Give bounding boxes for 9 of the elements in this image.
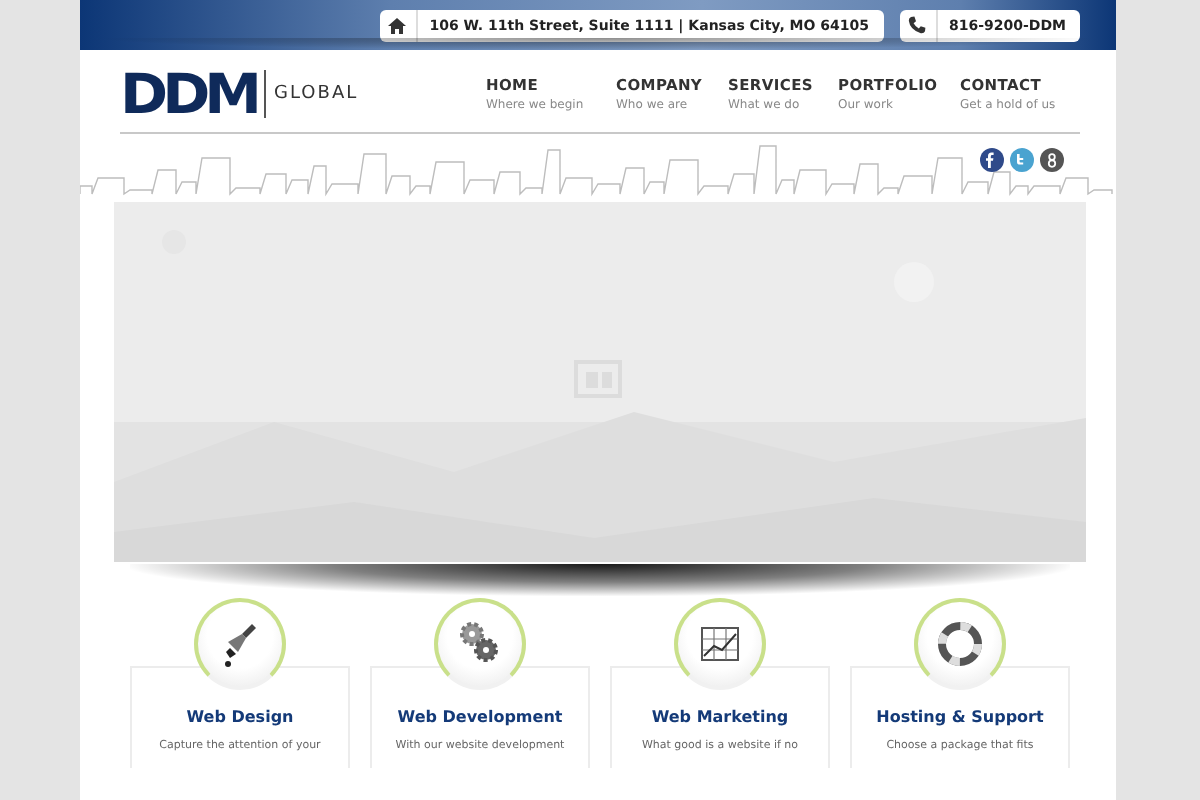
service-title: Web Design	[186, 708, 294, 726]
service-title: Hosting & Support	[876, 708, 1044, 726]
facebook-icon[interactable]	[980, 148, 1004, 172]
service-title: Web Marketing	[651, 708, 789, 726]
phone-icon	[908, 16, 926, 34]
logo[interactable]: DDM GLOBAL	[120, 63, 486, 123]
service-title: Web Development	[397, 708, 563, 726]
home-icon	[388, 17, 407, 33]
google-icon[interactable]	[1040, 148, 1064, 172]
